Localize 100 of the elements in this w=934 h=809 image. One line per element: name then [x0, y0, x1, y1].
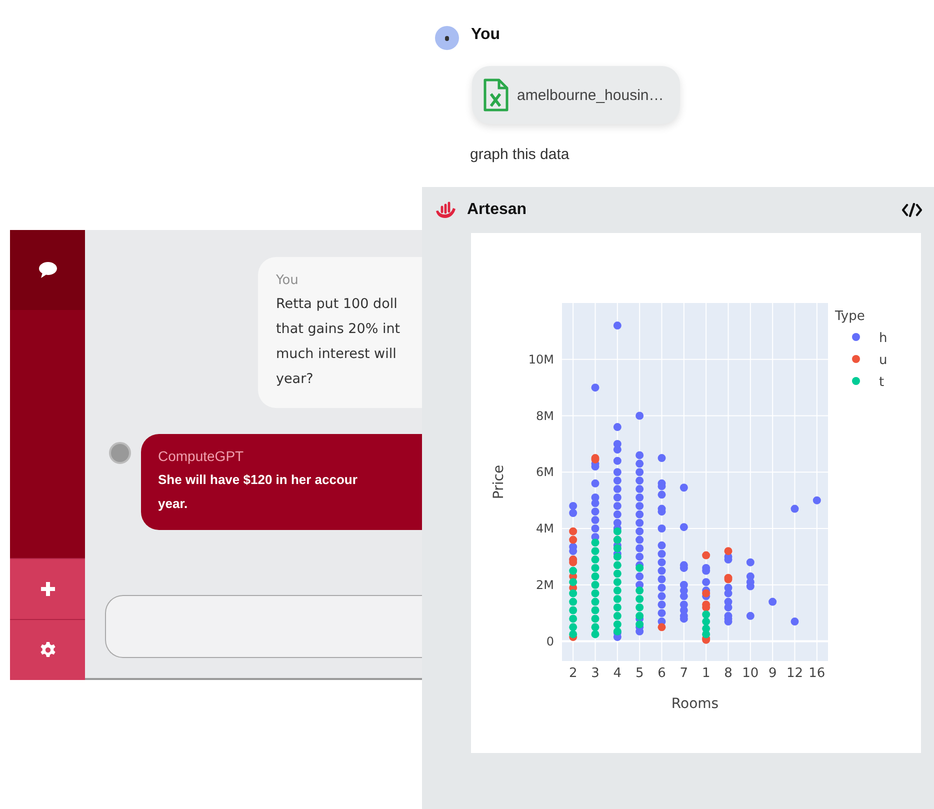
scatter-point: [724, 603, 732, 612]
scatter-point: [613, 603, 622, 612]
x-tick-label: 6: [658, 666, 666, 681]
scatter-point: [702, 618, 710, 626]
file-attachment[interactable]: amelbourne_housin…: [472, 66, 680, 124]
scatter-point: [613, 456, 622, 465]
scatter-point: [569, 578, 578, 586]
scatter-point: [636, 620, 644, 628]
scatter-point: [569, 566, 578, 575]
scatter-point: [591, 499, 600, 508]
x-tick-label: 2: [568, 666, 578, 681]
scatter-point: [636, 594, 644, 603]
y-tick-label: 8M: [536, 408, 554, 423]
scatter-point: [658, 490, 666, 499]
scatter-point: [636, 527, 644, 536]
scatter-point: [636, 476, 644, 485]
sender-name: You: [276, 273, 300, 288]
scatter-point: [569, 598, 578, 606]
scatter-point: [658, 541, 666, 550]
scatter-point: [613, 485, 622, 494]
x-tick-label: 9: [768, 666, 777, 681]
scatter-point: [636, 451, 644, 460]
scatter-point: [569, 527, 578, 536]
scatter-point: [613, 544, 622, 552]
scatter-point: [569, 614, 578, 623]
scatter-point: [702, 589, 710, 598]
scatter-point: [613, 561, 622, 570]
sidebar-item[interactable]: [10, 230, 85, 310]
legend-label[interactable]: t: [879, 375, 884, 390]
x-tick-label: 16: [808, 666, 826, 681]
settings-button[interactable]: [10, 619, 85, 680]
spreadsheet-file-icon: [483, 78, 509, 112]
new-chat-button[interactable]: [10, 558, 85, 619]
scatter-point: [724, 547, 732, 556]
scatter-point: [724, 556, 732, 564]
user-name: You: [471, 26, 500, 44]
scatter-point: [636, 603, 644, 612]
scatter-point: [658, 584, 666, 592]
x-tick-label: 12: [786, 666, 804, 681]
scatter-point: [724, 618, 732, 626]
scatter-point: [613, 468, 622, 476]
x-tick-label: 4: [613, 666, 622, 681]
bot-avatar: [109, 442, 131, 464]
scatter-point: [613, 527, 622, 536]
scatter-point: [569, 606, 578, 614]
message-line: year.: [158, 495, 189, 513]
scatter-point: [591, 564, 600, 572]
scatter-point: [569, 502, 578, 510]
scatter-point: [636, 536, 644, 544]
scatter-point: [636, 586, 644, 595]
scatter-point: [591, 606, 600, 614]
scatter-point: [658, 623, 666, 632]
scatter-point: [613, 570, 622, 578]
scatter-point: [636, 612, 644, 620]
scatter-point: [658, 558, 666, 566]
plus-icon: [40, 581, 56, 597]
scatter-point: [702, 630, 710, 638]
bar-chart-logo-icon: [435, 201, 457, 219]
message-text: graph this data: [470, 146, 570, 163]
scatter-point: [591, 614, 600, 623]
scatter-point: [636, 485, 644, 494]
scatter-point: [613, 476, 622, 485]
scatter-point: [658, 454, 666, 462]
scatter-point: [613, 627, 622, 636]
legend-label[interactable]: u: [879, 353, 888, 368]
y-tick-label: 10M: [528, 352, 554, 366]
message-line: Retta put 100 doll: [276, 295, 398, 314]
scatter-point: [591, 384, 600, 392]
y-tick-label: 4M: [536, 522, 554, 536]
scatter-point: [613, 586, 622, 595]
scatter-point: [680, 592, 688, 600]
assistant-name: Artesan: [467, 201, 527, 219]
scatter-point: [591, 547, 600, 556]
scatter-point: [680, 484, 688, 492]
scatter-point: [790, 618, 799, 626]
scatter-point: [636, 552, 644, 561]
scatter-point: [746, 558, 754, 566]
scatter-point: [569, 547, 578, 556]
scatter-point: [613, 446, 622, 454]
scatter-point: [658, 524, 666, 532]
message-input-field[interactable]: [105, 595, 422, 658]
legend-label[interactable]: h: [879, 331, 888, 346]
scatter-point: [613, 322, 622, 330]
scatter-point: [591, 598, 600, 606]
scatter-point: [591, 630, 600, 638]
x-axis-title: Rooms: [671, 696, 719, 712]
scatter-point: [636, 412, 644, 420]
x-tick-label: 10: [742, 666, 759, 681]
settings-icon: [38, 641, 56, 659]
scatter-point: [702, 551, 710, 560]
scatter-point: [613, 552, 622, 561]
scatter-point: [636, 518, 644, 527]
scatter-point: [636, 502, 644, 510]
scatter-point: [591, 623, 600, 632]
code-icon[interactable]: [902, 203, 922, 217]
scatter-point: [591, 516, 600, 524]
scatter-point: [591, 479, 600, 488]
scatter-point: [702, 578, 710, 586]
scatter-point: [636, 460, 644, 468]
scatter-point: [591, 572, 600, 580]
